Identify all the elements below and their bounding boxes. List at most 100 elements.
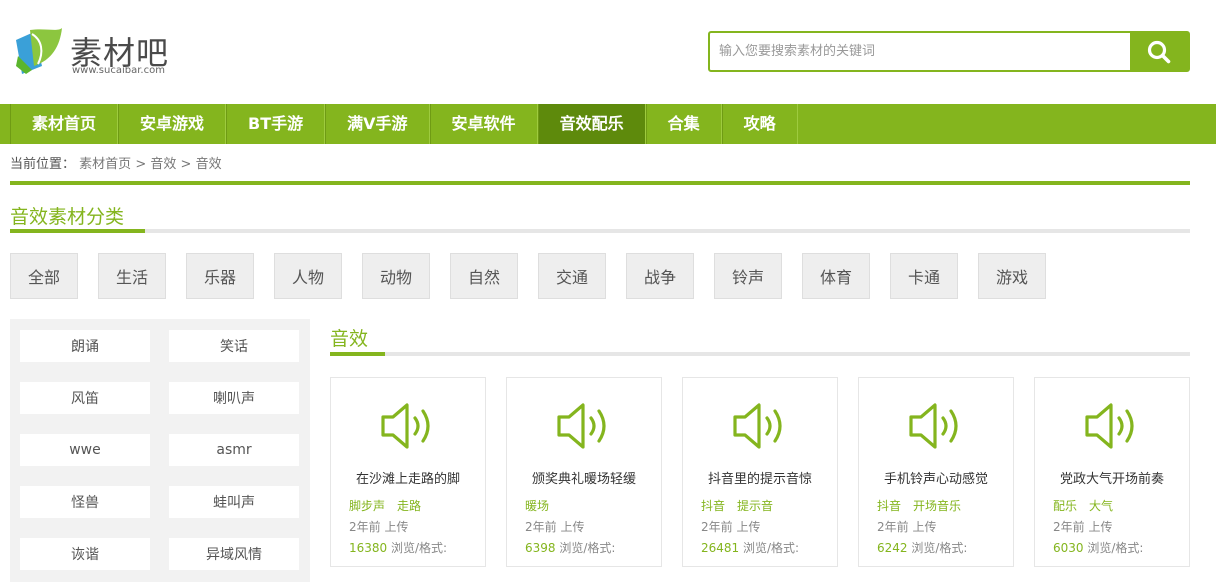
main-section-underline <box>330 352 1190 356</box>
card-tag[interactable]: 脚步声 <box>349 499 385 513</box>
sidebar-tag[interactable]: 怪兽 <box>20 486 150 518</box>
category-button[interactable]: 铃声 <box>714 253 782 299</box>
sidebar-tag[interactable]: asmr <box>169 434 299 466</box>
card-view-count: 6242 <box>877 541 908 555</box>
breadcrumb-separator: > <box>135 157 147 172</box>
search-button[interactable] <box>1130 33 1188 70</box>
sidebar-tag[interactable]: 异域风情 <box>169 538 299 570</box>
speaker-icon <box>557 403 606 449</box>
card-tag[interactable]: 提示音 <box>737 499 773 513</box>
category-button[interactable]: 人物 <box>274 253 342 299</box>
card-view-suffix: 浏览/格式: <box>391 541 448 555</box>
sound-card-list: 在沙滩上走路的脚脚步声 走路 2年前 上传 16380 浏览/格式: 颁奖典礼暖场轻缓暖… <box>330 377 1210 567</box>
card-tag[interactable]: 走路 <box>397 499 421 513</box>
breadcrumb: 当前位置： 素材首页 > 音效 > 音效 <box>10 153 222 172</box>
category-button[interactable]: 乐器 <box>186 253 254 299</box>
logo-url: www.sucaibar.com <box>72 65 165 76</box>
card-tags: 抖音 提示音 <box>701 497 785 514</box>
card-upload-date: 2年前 上传 <box>701 520 761 534</box>
nav-item[interactable]: 满V手游 <box>325 104 430 144</box>
card-upload-date: 2年前 上传 <box>349 520 409 534</box>
card-stats: 6398 浏览/格式: <box>525 539 615 556</box>
site-header: 素材吧 www.sucaibar.com <box>0 0 1216 104</box>
sidebar-tag[interactable]: 诙谐 <box>20 538 150 570</box>
card-tag[interactable]: 抖音 <box>877 499 901 513</box>
sidebar-tag[interactable]: 风笛 <box>20 382 150 414</box>
search-input[interactable] <box>710 33 1130 70</box>
card-stats: 6030 浏览/格式: <box>1053 539 1143 556</box>
card-stats: 16380 浏览/格式: <box>349 539 447 556</box>
category-button[interactable]: 战争 <box>626 253 694 299</box>
nav-item[interactable]: BT手游 <box>226 104 326 144</box>
logo-leaf-icon <box>16 28 62 74</box>
sidebar-tag[interactable]: wwe <box>20 434 150 466</box>
category-button[interactable]: 卡通 <box>890 253 958 299</box>
sound-card[interactable]: 颁奖典礼暖场轻缓暖场 2年前 上传 6398 浏览/格式: <box>506 377 662 567</box>
card-view-suffix: 浏览/格式: <box>911 541 968 555</box>
nav-item[interactable]: 素材首页 <box>10 104 119 144</box>
speaker-icon <box>381 403 430 449</box>
nav-item[interactable]: 安卓游戏 <box>118 104 227 144</box>
breadcrumb-prefix: 当前位置： <box>10 157 76 172</box>
card-title[interactable]: 颁奖典礼暖场轻缓 <box>507 468 661 487</box>
breadcrumb-home-link[interactable]: 素材首页 <box>79 157 131 172</box>
card-tags: 配乐 大气 <box>1053 497 1125 514</box>
search-box <box>708 31 1190 72</box>
sound-card[interactable]: 手机铃声心动感觉抖音 开场音乐 2年前 上传 6242 浏览/格式: <box>858 377 1014 567</box>
card-upload-date: 2年前 上传 <box>877 520 937 534</box>
sidebar-tag[interactable]: 笑话 <box>169 330 299 362</box>
sidebar-tag[interactable]: 喇叭声 <box>169 382 299 414</box>
card-title[interactable]: 手机铃声心动感觉 <box>859 468 1013 487</box>
card-view-suffix: 浏览/格式: <box>743 541 800 555</box>
card-upload-date: 2年前 上传 <box>1053 520 1113 534</box>
card-view-count: 26481 <box>701 541 740 555</box>
breadcrumb-separator: > <box>180 157 192 172</box>
card-title[interactable]: 抖音里的提示音惊 <box>683 468 837 487</box>
speaker-icon <box>1085 403 1134 449</box>
card-tags: 抖音 开场音乐 <box>877 497 973 514</box>
breadcrumb-category-link[interactable]: 音效 <box>150 157 176 172</box>
nav-item[interactable]: 安卓软件 <box>429 104 538 144</box>
nav-item[interactable]: 攻略 <box>721 104 798 144</box>
card-view-count: 6030 <box>1053 541 1084 555</box>
card-title[interactable]: 在沙滩上走路的脚 <box>331 468 485 487</box>
card-tag[interactable]: 配乐 <box>1053 499 1077 513</box>
speaker-icon <box>733 403 782 449</box>
category-button[interactable]: 交通 <box>538 253 606 299</box>
category-button[interactable]: 全部 <box>10 253 78 299</box>
card-tag[interactable]: 开场音乐 <box>913 499 961 513</box>
search-icon <box>1147 40 1171 63</box>
category-button[interactable]: 体育 <box>802 253 870 299</box>
section-divider <box>10 181 1190 185</box>
category-list: 全部 生活 乐器 人物 动物 自然 交通 战争 铃声 体育 卡通 游戏 <box>10 253 1066 299</box>
sound-card[interactable]: 抖音里的提示音惊抖音 提示音 2年前 上传 26481 浏览/格式: <box>682 377 838 567</box>
card-tag[interactable]: 抖音 <box>701 499 725 513</box>
card-tag[interactable]: 暖场 <box>525 499 549 513</box>
nav-item[interactable]: 音效配乐 <box>537 104 646 144</box>
card-stats: 6242 浏览/格式: <box>877 539 967 556</box>
sidebar-tag[interactable]: 朗诵 <box>20 330 150 362</box>
card-tag[interactable]: 大气 <box>1089 499 1113 513</box>
category-section-title: 音效素材分类 <box>10 206 125 228</box>
category-button[interactable]: 生活 <box>98 253 166 299</box>
category-button[interactable]: 游戏 <box>978 253 1046 299</box>
category-button[interactable]: 自然 <box>450 253 518 299</box>
sidebar-tag[interactable]: 蛙叫声 <box>169 486 299 518</box>
card-title[interactable]: 党政大气开场前奏 <box>1035 468 1189 487</box>
sound-card[interactable]: 在沙滩上走路的脚脚步声 走路 2年前 上传 16380 浏览/格式: <box>330 377 486 567</box>
card-view-count: 16380 <box>349 541 388 555</box>
nav-item[interactable]: 合集 <box>645 104 722 144</box>
sidebar-tag-panel: 朗诵 笑话 风笛 喇叭声 wwe asmr 怪兽 蛙叫声 诙谐 异域风情 <box>10 319 310 582</box>
main-section-title: 音效 <box>330 328 369 350</box>
card-upload-date: 2年前 上传 <box>525 520 585 534</box>
sound-card[interactable]: 党政大气开场前奏配乐 大气 2年前 上传 6030 浏览/格式: <box>1034 377 1190 567</box>
category-button[interactable]: 动物 <box>362 253 430 299</box>
card-stats: 26481 浏览/格式: <box>701 539 799 556</box>
main-nav: 素材首页 安卓游戏 BT手游 满V手游 安卓软件 音效配乐 合集 攻略 <box>0 104 1216 144</box>
speaker-icon <box>909 403 958 449</box>
site-logo[interactable]: 素材吧 www.sucaibar.com <box>12 24 172 80</box>
card-tags: 暖场 <box>525 497 561 514</box>
card-tags: 脚步声 走路 <box>349 497 433 514</box>
breadcrumb-current[interactable]: 音效 <box>196 157 222 172</box>
card-view-suffix: 浏览/格式: <box>1087 541 1144 555</box>
